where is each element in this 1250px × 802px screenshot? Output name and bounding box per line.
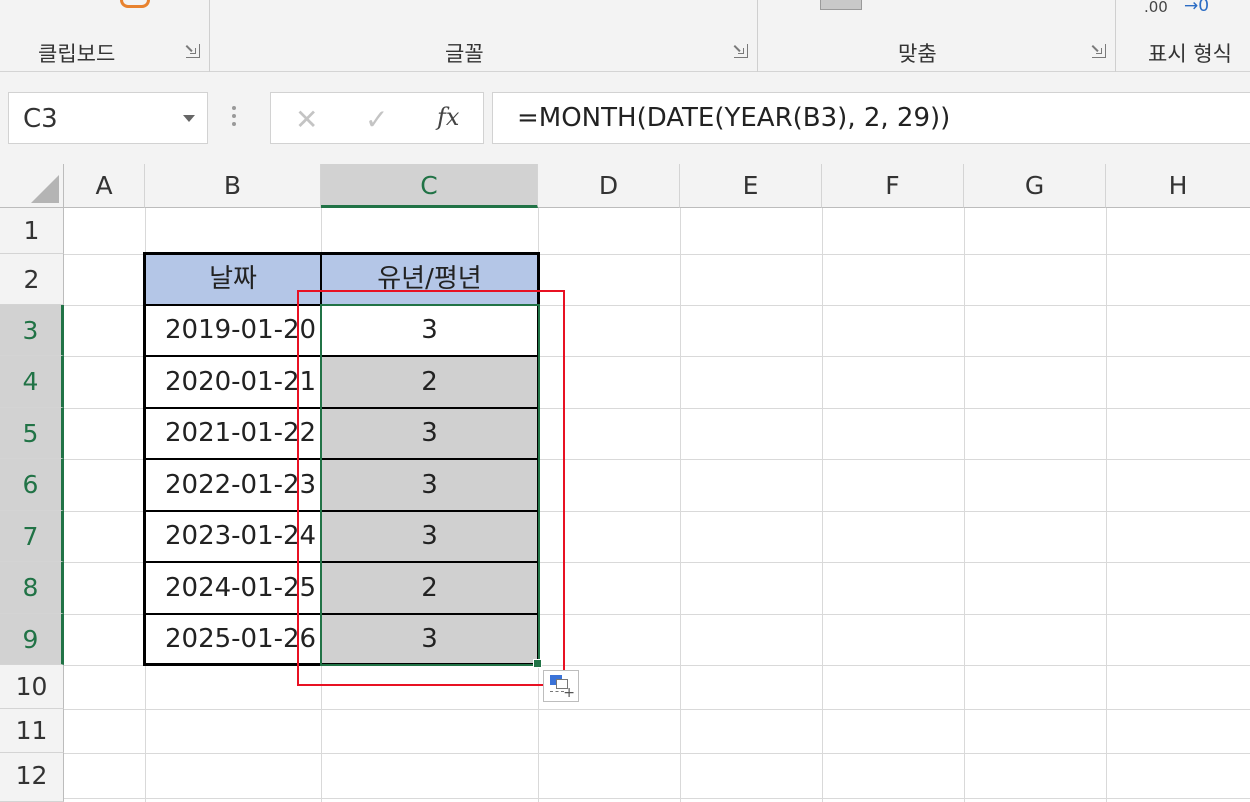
chevron-down-icon[interactable] [183,115,195,122]
insert-function-icon[interactable]: fx [437,103,459,131]
formula-input[interactable]: =MONTH(DATE(YEAR(B3), 2, 29)) [492,92,1250,144]
format-painter-icon[interactable] [120,0,150,8]
row-header-1[interactable]: 1 [0,208,64,254]
plus-icon: + [563,685,575,701]
column-header-e[interactable]: E [680,164,822,208]
gridline [64,709,1250,710]
name-box[interactable]: C3 [8,92,208,144]
formula-text: =MONTH(DATE(YEAR(B3), 2, 29)) [517,103,951,133]
column-header-b[interactable]: B [145,164,321,208]
row-header-12[interactable]: 12 [0,753,64,802]
clipboard-launcher-icon[interactable] [186,44,200,58]
alignment-launcher-icon[interactable] [1092,44,1106,58]
select-all-button[interactable] [0,164,64,208]
row-header-11[interactable]: 11 [0,709,64,753]
cancel-icon[interactable]: ✕ [295,103,318,136]
formula-bar: C3 ✕ ✓ fx =MONTH(DATE(YEAR(B3), 2, 29)) [0,72,1250,164]
auto-fill-options-button[interactable]: + [543,670,579,702]
gridline [822,208,823,802]
number-group-label: 표시 형식 [1148,42,1232,66]
alignment-group: 맞춤 [758,0,1116,72]
column-header-f[interactable]: F [822,164,964,208]
column-header-g[interactable]: G [964,164,1106,208]
formula-buttons: ✕ ✓ fx [270,92,484,144]
drag-handle-icon[interactable] [232,106,236,130]
row-header-10[interactable]: 10 [0,665,64,709]
highlight-box [297,290,565,686]
number-group: .00 →0 표시 형식 [1116,0,1250,72]
clipboard-group-label: 클립보드 [38,42,116,66]
column-header-d[interactable]: D [538,164,680,208]
row-header-9[interactable]: 9 [0,614,64,665]
gridline [680,208,681,802]
column-header-h[interactable]: H [1106,164,1250,208]
ribbon: 클립보드 글꼴 맞춤 .00 →0 표시 형식 [0,0,1250,72]
gridline [964,208,965,802]
alignment-group-label: 맞춤 [898,42,937,66]
row-header-7[interactable]: 7 [0,511,64,562]
column-header-a[interactable]: A [64,164,145,208]
row-header-8[interactable]: 8 [0,562,64,614]
gridline [64,753,1250,754]
font-group-label: 글꼴 [445,42,484,66]
row-header-4[interactable]: 4 [0,356,64,408]
font-group: 글꼴 [210,0,758,72]
column-header-c[interactable]: C [321,164,538,208]
row-header-3[interactable]: 3 [0,305,64,356]
select-all-icon [31,175,59,203]
row-header-2[interactable]: 2 [0,254,64,305]
decrease-decimal-label[interactable]: .00 [1144,0,1168,16]
gridline [64,798,1250,799]
gridline [1106,208,1107,802]
row-header-6[interactable]: 6 [0,459,64,511]
merge-button-icon[interactable] [820,0,862,10]
name-box-value: C3 [23,104,58,134]
row-header-5[interactable]: 5 [0,408,64,459]
worksheet-grid[interactable]: A B C D E F G H 1 2 3 4 5 6 7 8 9 10 11 … [0,164,1250,802]
enter-icon[interactable]: ✓ [365,103,388,136]
clipboard-group: 클립보드 [0,0,210,72]
dash-icon [550,691,564,692]
decrease-decimal-arrow-icon[interactable]: →0 [1184,0,1209,16]
font-launcher-icon[interactable] [734,44,748,58]
